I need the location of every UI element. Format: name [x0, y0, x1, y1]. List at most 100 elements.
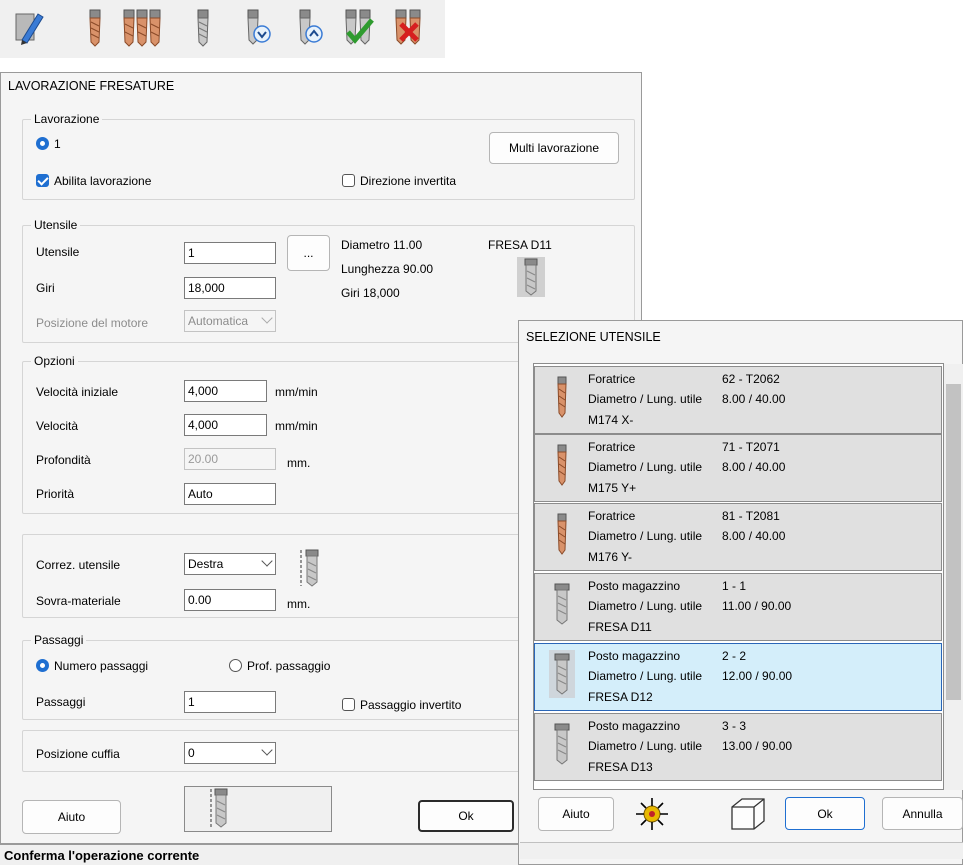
tool-type: Foratrice: [588, 509, 636, 523]
passaggio-invertito-label: Passaggio invertito: [360, 698, 462, 712]
selector-cancel-button[interactable]: Annulla: [882, 797, 963, 830]
abilita-lavorazione-checkbox[interactable]: [36, 174, 49, 187]
multi-lavorazione-button[interactable]: Multi lavorazione: [489, 132, 619, 164]
tool-desc: FRESA D12: [588, 690, 653, 704]
router-bit-icon: [549, 650, 575, 698]
prof-passaggio-radio[interactable]: [229, 659, 242, 672]
tool-code: 81 - T2081: [722, 509, 780, 523]
profondita-input[interactable]: 20.00: [184, 448, 276, 470]
correz-utensile-label: Correz. utensile: [36, 558, 121, 572]
chevron-down-icon: [261, 312, 273, 324]
tool-list-item[interactable]: Posto magazzino 1 - 1 Diametro / Lung. uti…: [534, 573, 942, 641]
main-ok-button[interactable]: Ok: [418, 800, 514, 832]
drill-bit-icon: [549, 373, 575, 421]
tool-code: 2 - 2: [722, 649, 747, 663]
tool-dim-label: Diametro / Lung. utile: [588, 529, 703, 543]
tool-confirm-icon[interactable]: [342, 6, 376, 48]
tool-desc: M176 Y-: [588, 550, 633, 564]
passaggio-invertito-checkbox[interactable]: [342, 698, 355, 711]
utensile-input[interactable]: 1: [184, 242, 276, 264]
giri-info: Giri 18,000: [341, 286, 400, 300]
tool-desc: M175 Y+: [588, 481, 637, 495]
diametro-info: Diametro 11.00: [341, 238, 423, 252]
tool-desc: FRESA D11: [588, 620, 652, 634]
direzione-invertita-label: Direzione invertita: [360, 174, 457, 188]
tool-list-item[interactable]: Foratrice 62 - T2062 Diametro / Lung. util…: [534, 366, 942, 434]
drill-bit-icon: [549, 441, 575, 489]
tool-single-icon[interactable]: [78, 6, 112, 48]
tool-desc: FRESA D13: [588, 760, 653, 774]
prof-passaggio-label: Prof. passaggio: [247, 659, 331, 673]
posizione-motore-select[interactable]: Automatica: [184, 310, 276, 332]
posizione-motore-value: Automatica: [188, 314, 249, 328]
velocita-label: Velocità: [36, 419, 79, 433]
utensile-group-label: Utensile: [31, 218, 81, 232]
router-bit-icon: [517, 257, 545, 297]
sovra-materiale-label: Sovra-materiale: [36, 594, 121, 608]
posizione-cuffia-label: Posizione cuffia: [36, 747, 120, 761]
toolbar: [0, 0, 445, 58]
tool-dims: 11.00 / 90.00: [722, 599, 792, 613]
lavorazione-radio-label: 1: [54, 137, 61, 151]
tool-gray-icon[interactable]: [186, 6, 220, 48]
tool-type: Posto magazzino: [588, 719, 681, 733]
tool-dims: 8.00 / 40.00: [722, 392, 786, 406]
main-help-button[interactable]: Aiuto: [22, 800, 121, 834]
tool-type: Foratrice: [588, 440, 636, 454]
tool-list-item[interactable]: Foratrice 71 - T2071 Diametro / Lung. util…: [534, 434, 942, 502]
tool-multiple-icon[interactable]: [122, 6, 162, 48]
selector-status-bar: [520, 842, 963, 859]
posizione-cuffia-select[interactable]: 0: [184, 742, 276, 764]
router-bit-icon: [549, 580, 575, 628]
velocita-unit: mm/min: [275, 419, 318, 433]
edit-pencil-icon[interactable]: [12, 6, 46, 48]
tool-dim-label: Diametro / Lung. utile: [588, 739, 703, 753]
tool-dim-label: Diametro / Lung. utile: [588, 392, 703, 406]
tool-dims: 8.00 / 40.00: [722, 529, 786, 543]
tool-code: 71 - T2071: [722, 440, 780, 454]
tool-move-down-icon[interactable]: [242, 6, 276, 48]
tool-dims: 12.00 / 90.00: [722, 669, 793, 683]
selector-ok-button[interactable]: Ok: [785, 797, 865, 830]
correz-utensile-select[interactable]: Destra: [184, 553, 276, 575]
tool-type: Posto magazzino: [588, 649, 681, 663]
sovra-materiale-unit: mm.: [287, 597, 311, 611]
passaggi-group-label: Passaggi: [31, 633, 87, 647]
tool-desc: M174 X-: [588, 413, 634, 427]
sovra-materiale-input[interactable]: 0.00: [184, 589, 276, 611]
tool-move-up-icon[interactable]: [294, 6, 328, 48]
lunghezza-info: Lunghezza 90.00: [341, 262, 434, 276]
tool-code: 62 - T2062: [722, 372, 780, 386]
dialog-title: LAVORAZIONE FRESATURE: [8, 79, 175, 93]
tool-delete-icon[interactable]: [392, 6, 426, 48]
velocita-input[interactable]: 4,000: [184, 414, 267, 436]
tool-dim-label: Diametro / Lung. utile: [588, 460, 703, 474]
profondita-label: Profondità: [36, 453, 91, 467]
lavorazione-radio[interactable]: [36, 137, 49, 150]
lavorazione-group-label: Lavorazione: [31, 112, 103, 126]
tool-list-item[interactable]: Posto magazzino 3 - 3 Diametro / Lung. uti…: [534, 713, 942, 781]
passaggi-input[interactable]: 1: [184, 691, 276, 713]
tool-offset-icon: [298, 548, 324, 588]
profondita-unit: mm.: [287, 456, 311, 470]
tool-type: Posto magazzino: [588, 579, 681, 593]
drill-bit-icon: [549, 510, 575, 558]
selector-help-button[interactable]: Aiuto: [538, 797, 614, 831]
tool-name: FRESA D11: [488, 238, 552, 252]
velocita-iniziale-unit: mm/min: [275, 385, 318, 399]
velocita-iniziale-input[interactable]: 4,000: [184, 380, 267, 402]
tool-code: 1 - 1: [722, 579, 747, 593]
cube-icon[interactable]: [728, 795, 768, 833]
giri-input[interactable]: 18,000: [184, 277, 276, 299]
tool-list-scroll-thumb[interactable]: [946, 384, 961, 700]
tool-list-item[interactable]: Foratrice 81 - T2081 Diametro / Lung. util…: [534, 503, 942, 571]
target-icon[interactable]: [633, 796, 671, 832]
numero-passaggi-radio[interactable]: [36, 659, 49, 672]
posizione-cuffia-value: 0: [188, 746, 195, 760]
priorita-input[interactable]: Auto: [184, 483, 276, 505]
chevron-down-icon: [261, 555, 273, 567]
direzione-invertita-checkbox[interactable]: [342, 174, 355, 187]
tool-dims: 13.00 / 90.00: [722, 739, 793, 753]
utensile-browse-button[interactable]: ...: [287, 235, 330, 271]
tool-list-item[interactable]: Posto magazzino 2 - 2 Diametro / Lung. uti…: [534, 643, 942, 711]
